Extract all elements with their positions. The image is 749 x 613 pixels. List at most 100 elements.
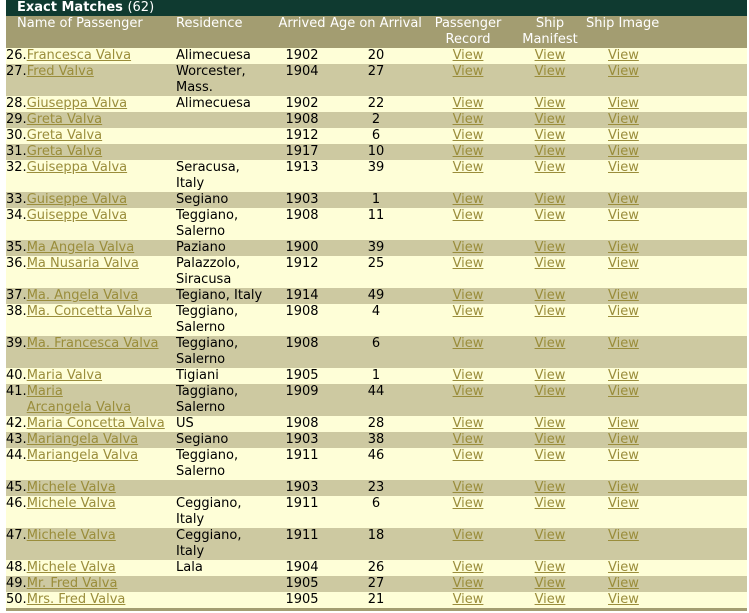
ship-manifest-view-link[interactable]: View — [535, 160, 566, 175]
passenger-name-link[interactable]: Mariangela Valva — [27, 448, 138, 463]
passenger-record-view-link[interactable]: View — [453, 576, 484, 591]
ship-manifest-view-link[interactable]: View — [535, 368, 566, 383]
passenger-record-view-link[interactable]: View — [453, 48, 484, 63]
ship-image-view-link[interactable]: View — [608, 480, 639, 495]
passenger-name-link[interactable]: Maria Valva — [27, 368, 102, 383]
ship-image-view-link[interactable]: View — [608, 64, 639, 79]
passenger-name-link[interactable]: Ma. Angela Valva — [27, 288, 139, 303]
passenger-record-view-link[interactable]: View — [453, 208, 484, 223]
ship-image-view-link[interactable]: View — [608, 96, 639, 111]
ship-manifest-view-link[interactable]: View — [535, 528, 566, 543]
passenger-record-view-link[interactable]: View — [453, 528, 484, 543]
passenger-record-view-link[interactable]: View — [453, 96, 484, 111]
ship-manifest-view-link[interactable]: View — [535, 256, 566, 271]
passenger-name-link[interactable]: Giuseppa Valva — [27, 96, 127, 111]
ship-image-view-link[interactable]: View — [608, 288, 639, 303]
passenger-name-link[interactable]: Mariangela Valva — [27, 432, 138, 447]
ship-manifest-view-link[interactable]: View — [535, 496, 566, 511]
passenger-record-view-link[interactable]: View — [453, 112, 484, 127]
ship-manifest-view-link[interactable]: View — [535, 128, 566, 143]
ship-image-view-link[interactable]: View — [608, 112, 639, 127]
ship-image-view-link[interactable]: View — [608, 192, 639, 207]
ship-manifest-view-link[interactable]: View — [535, 144, 566, 159]
ship-manifest-view-link[interactable]: View — [535, 288, 566, 303]
ship-image-view-link[interactable]: View — [608, 208, 639, 223]
ship-image-view-link[interactable]: View — [608, 144, 639, 159]
ship-manifest-view-link[interactable]: View — [535, 192, 566, 207]
ship-image-view-link[interactable]: View — [608, 528, 639, 543]
passenger-name-link[interactable]: Francesca Valva — [27, 48, 131, 63]
ship-image-view-link[interactable]: View — [608, 48, 639, 63]
passenger-name-link[interactable]: Michele Valva — [27, 480, 116, 495]
passenger-record-view-link[interactable]: View — [453, 384, 484, 399]
passenger-name-link[interactable]: Fred Valva — [27, 64, 94, 79]
passenger-name-link[interactable]: Ma. Francesca Valva — [27, 336, 159, 351]
ship-image-view-link[interactable]: View — [608, 160, 639, 175]
passenger-record-view-link[interactable]: View — [453, 64, 484, 79]
passenger-record-view-link[interactable]: View — [453, 480, 484, 495]
passenger-name-link[interactable]: Greta Valva — [27, 144, 102, 159]
ship-image-view-link[interactable]: View — [608, 432, 639, 447]
passenger-record-view-link[interactable]: View — [453, 304, 484, 319]
passenger-record-view-link[interactable]: View — [453, 432, 484, 447]
passenger-record-view-link[interactable]: View — [453, 560, 484, 575]
passenger-record-view-link[interactable]: View — [453, 160, 484, 175]
ship-manifest-view-link[interactable]: View — [535, 96, 566, 111]
passenger-name-link[interactable]: Mrs. Fred Valva — [27, 592, 126, 607]
ship-image-view-link[interactable]: View — [608, 560, 639, 575]
passenger-record-view-link[interactable]: View — [453, 288, 484, 303]
passenger-record-view-link[interactable]: View — [453, 128, 484, 143]
passenger-record-view-link[interactable]: View — [453, 240, 484, 255]
ship-manifest-view-link[interactable]: View — [535, 416, 566, 431]
ship-image-view-link[interactable]: View — [608, 592, 639, 607]
passenger-record-view-link[interactable]: View — [453, 368, 484, 383]
ship-manifest-view-link[interactable]: View — [535, 112, 566, 127]
ship-image-view-link[interactable]: View — [608, 416, 639, 431]
passenger-name-link[interactable]: Ma Nusaria Valva — [27, 256, 139, 271]
passenger-record-view-link[interactable]: View — [453, 448, 484, 463]
passenger-name-link[interactable]: Maria Arcangela Valva — [27, 384, 131, 416]
ship-manifest-view-link[interactable]: View — [535, 336, 566, 351]
passenger-name-link[interactable]: Greta Valva — [27, 128, 102, 143]
ship-image-view-link[interactable]: View — [608, 336, 639, 351]
ship-image-view-link[interactable]: View — [608, 384, 639, 399]
ship-image-view-link[interactable]: View — [608, 576, 639, 591]
ship-manifest-view-link[interactable]: View — [535, 560, 566, 575]
passenger-name-link[interactable]: Guiseppa Valva — [27, 160, 127, 175]
ship-manifest-view-link[interactable]: View — [535, 208, 566, 223]
passenger-name-link[interactable]: Guiseppe Valva — [27, 192, 127, 207]
passenger-record-view-link[interactable]: View — [453, 496, 484, 511]
passenger-record-view-link[interactable]: View — [453, 336, 484, 351]
ship-manifest-view-link[interactable]: View — [535, 592, 566, 607]
ship-image-view-link[interactable]: View — [608, 256, 639, 271]
ship-manifest-view-link[interactable]: View — [535, 576, 566, 591]
passenger-name-link[interactable]: Guiseppe Valva — [27, 208, 127, 223]
ship-manifest-view-link[interactable]: View — [535, 384, 566, 399]
passenger-name-link[interactable]: Mr. Fred Valva — [27, 576, 118, 591]
passenger-record-view-link[interactable]: View — [453, 592, 484, 607]
ship-image-view-link[interactable]: View — [608, 448, 639, 463]
passenger-name-link[interactable]: Greta Valva — [27, 112, 102, 127]
ship-image-view-link[interactable]: View — [608, 240, 639, 255]
passenger-record-view-link[interactable]: View — [453, 144, 484, 159]
passenger-name-link[interactable]: Ma. Concetta Valva — [27, 304, 152, 319]
passenger-name-link[interactable]: Maria Concetta Valva — [27, 416, 165, 431]
ship-manifest-view-link[interactable]: View — [535, 64, 566, 79]
ship-image-view-link[interactable]: View — [608, 496, 639, 511]
passenger-record-view-link[interactable]: View — [453, 416, 484, 431]
passenger-name-link[interactable]: Michele Valva — [27, 560, 116, 575]
ship-image-view-link[interactable]: View — [608, 128, 639, 143]
ship-manifest-view-link[interactable]: View — [535, 480, 566, 495]
ship-manifest-view-link[interactable]: View — [535, 304, 566, 319]
ship-manifest-view-link[interactable]: View — [535, 448, 566, 463]
passenger-name-link[interactable]: Michele Valva — [27, 496, 116, 511]
ship-manifest-view-link[interactable]: View — [535, 48, 566, 63]
passenger-name-link[interactable]: Michele Valva — [27, 528, 116, 543]
passenger-name-link[interactable]: Ma Angela Valva — [27, 240, 135, 255]
ship-manifest-view-link[interactable]: View — [535, 240, 566, 255]
passenger-record-view-link[interactable]: View — [453, 256, 484, 271]
passenger-record-view-link[interactable]: View — [453, 192, 484, 207]
ship-manifest-view-link[interactable]: View — [535, 432, 566, 447]
ship-image-view-link[interactable]: View — [608, 304, 639, 319]
ship-image-view-link[interactable]: View — [608, 368, 639, 383]
